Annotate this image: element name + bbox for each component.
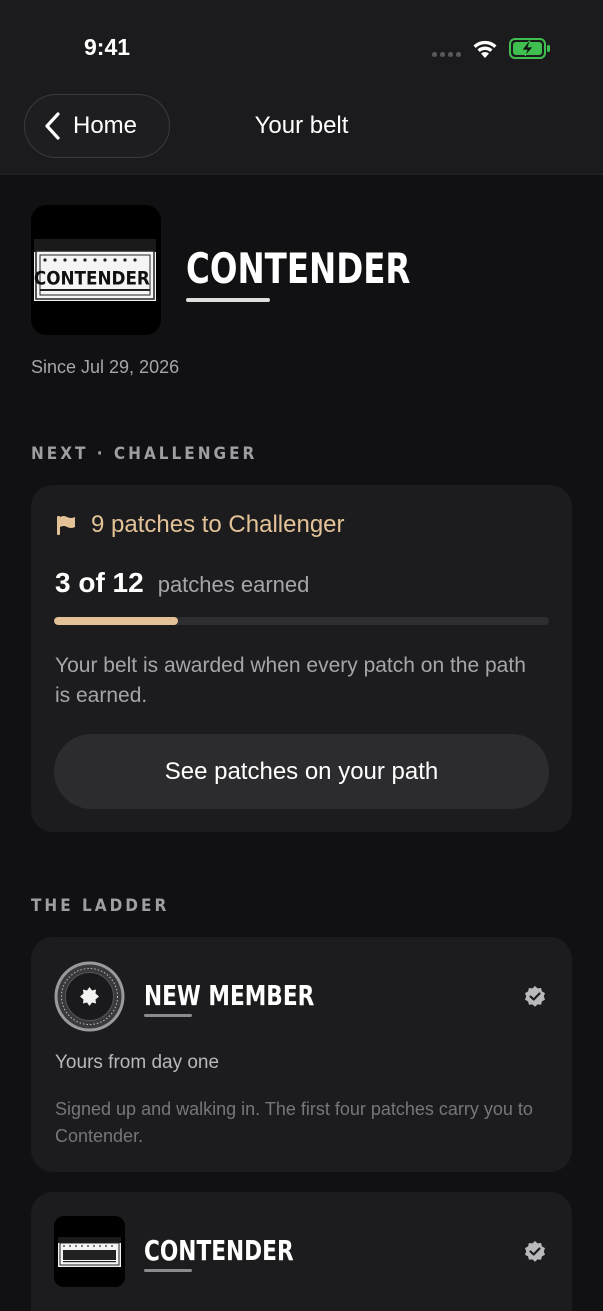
verified-check-icon (525, 1241, 545, 1262)
belt-description: Your belt is awarded when every patch on… (55, 654, 526, 707)
page-title: Your belt (254, 112, 349, 139)
belt-title: CONTENDER (186, 244, 411, 293)
rung-description: Signed up and walking in. The first four… (55, 1099, 533, 1146)
see-patches-button[interactable]: See patches on your path (54, 734, 549, 809)
ladder-item-new-member[interactable]: NEW MEMBER Yours from day one Signed up … (31, 937, 572, 1172)
progress-count: 3 of 12 patches earned (55, 567, 309, 599)
title-underline (186, 298, 270, 302)
wifi-icon (473, 40, 497, 58)
earned-count: 3 of 12 (55, 567, 144, 598)
cellular-signal-icon (432, 52, 461, 57)
rung-title: NEW MEMBER (144, 979, 315, 1012)
progress-bar (54, 617, 549, 625)
navigation-bar: Home Your belt (0, 94, 603, 175)
next-headline: 9 patches to Challenger (55, 511, 345, 539)
since-date: Since Jul 29, 2026 (31, 357, 180, 377)
flag-icon (57, 516, 75, 535)
rung-title: CONTENDER (144, 1234, 294, 1267)
status-time: 9:41 (84, 34, 131, 60)
battery-charging-icon (509, 38, 550, 59)
contender-patch-logo: CONTENDER (31, 205, 161, 335)
contender-patch-icon (54, 1216, 125, 1287)
ladder-item-contender[interactable]: CONTENDER (31, 1192, 572, 1311)
rung-subtitle: Yours from day one (55, 1052, 220, 1073)
status-bar: 9:41 (0, 0, 603, 94)
progress-fill (54, 617, 178, 625)
verified-check-icon (525, 986, 545, 1007)
member-seal-icon (54, 961, 125, 1032)
rung-underline (144, 1269, 192, 1272)
patches-remaining-text: 9 patches to Challenger (91, 511, 345, 538)
next-section-label: NEXT · CHALLENGER (31, 444, 258, 464)
patch-logo-text: CONTENDER (34, 269, 150, 290)
earned-suffix: patches earned (157, 572, 310, 597)
rung-underline (144, 1014, 192, 1017)
next-belt-card: 9 patches to Challenger 3 of 12 patches … (31, 485, 572, 832)
ladder-section-label: THE LADDER (31, 896, 170, 916)
